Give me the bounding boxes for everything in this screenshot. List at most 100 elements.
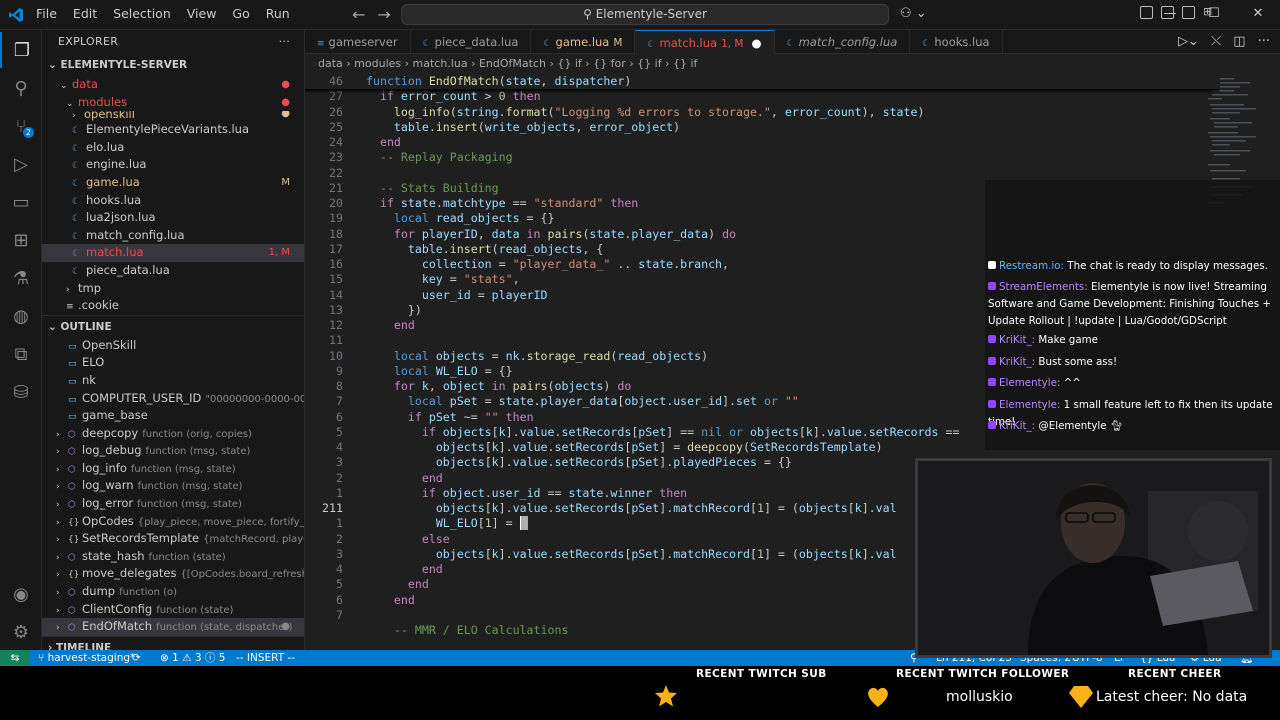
run-icon[interactable]: ▷⌄ bbox=[1178, 34, 1199, 49]
folder-modules[interactable]: ⌄ modules ● bbox=[42, 94, 304, 112]
settings-gear-icon[interactable]: ⚙ bbox=[0, 614, 42, 650]
code-line: if error_count > 0 then bbox=[379, 89, 541, 104]
outline-item[interactable]: ▭ nk bbox=[42, 372, 304, 390]
outline-item[interactable]: ▭ game_base bbox=[42, 407, 304, 425]
file-item[interactable]: ☾ game.lua M bbox=[42, 174, 304, 192]
back-arrow-icon[interactable]: ← bbox=[352, 5, 365, 24]
menu-selection[interactable]: Selection bbox=[105, 0, 179, 30]
remote-explorer-icon[interactable]: ▭ bbox=[0, 184, 42, 220]
more-actions-icon[interactable]: ··· bbox=[279, 30, 290, 54]
problems-indicator[interactable]: ⊗ 1 ⚠ 3 ⓘ 5 bbox=[160, 650, 225, 666]
file-name: ElementylePieceVariants.lua bbox=[86, 122, 250, 137]
file-item[interactable]: ☾ elo.lua bbox=[42, 139, 304, 157]
outline-item[interactable]: ›{}move_delegates{[OpCodes.board_refresh… bbox=[42, 565, 304, 583]
outline-item[interactable]: ›{}SetRecordsTemplate{matchRecord, playe… bbox=[42, 530, 304, 548]
tab-match[interactable]: ☾ match.lua 1, M ● bbox=[635, 30, 775, 54]
outline-item[interactable]: › ⬡ dump function (o) bbox=[42, 583, 304, 601]
heart-icon bbox=[868, 687, 888, 707]
folder-openskill[interactable]: › openskill ● bbox=[42, 111, 304, 121]
restream-icon bbox=[988, 261, 996, 269]
file-name: lua2json.lua bbox=[86, 210, 156, 225]
source-control-icon[interactable]: ⑂ 2 bbox=[0, 108, 42, 144]
outline-item-selected[interactable]: › ⬡ EndOfMatch function (state, dispatcher)… bbox=[42, 618, 304, 636]
menu-go[interactable]: Go bbox=[224, 0, 257, 30]
outline-item[interactable]: ▭COMPUTER_USER_ID"00000000-0000-000... bbox=[42, 390, 304, 408]
outline-item[interactable]: › ⬡ deepcopy function (orig, copies) bbox=[42, 425, 304, 443]
close-icon[interactable]: ✕ bbox=[1236, 0, 1280, 30]
line-number: 5 bbox=[336, 577, 343, 592]
outline-item-name: COMPUTER_USER_ID bbox=[82, 390, 202, 405]
menu-edit[interactable]: Edit bbox=[65, 0, 105, 30]
minimize-icon[interactable]: — bbox=[1148, 0, 1192, 30]
forward-arrow-icon[interactable]: → bbox=[377, 5, 390, 24]
outline-item[interactable]: ▭ OpenSkill bbox=[42, 337, 304, 355]
outline-item[interactable]: ▭ ELO bbox=[42, 354, 304, 372]
code-line: user_id = playerID bbox=[421, 287, 548, 302]
json-icon[interactable]: ◍ bbox=[0, 298, 42, 334]
webcam-feed bbox=[915, 458, 1272, 658]
outline-item[interactable]: › ⬡ ClientConfig function (state) bbox=[42, 601, 304, 619]
tab-piece-data[interactable]: ☾ piece_data.lua bbox=[411, 30, 532, 54]
tab-gameserver[interactable]: ≡ gameserver bbox=[305, 30, 411, 54]
outline-item[interactable]: › ⬡ log_debug function (msg, state) bbox=[42, 442, 304, 460]
line-number: 5 bbox=[336, 424, 343, 439]
outline-item[interactable]: ›{} OpCodes {play_piece, move_piece, forti… bbox=[42, 513, 304, 531]
tab-game[interactable]: ☾ game.lua M bbox=[531, 30, 636, 54]
tab-hooks[interactable]: ☾ hooks.lua bbox=[910, 30, 1003, 54]
branch-indicator[interactable]: ⑂ harvest-staging* bbox=[38, 650, 135, 666]
testing-icon[interactable]: ⚗ bbox=[0, 260, 42, 296]
branch-label: harvest-staging* bbox=[47, 652, 136, 664]
menu-view[interactable]: View bbox=[179, 0, 225, 30]
file-item[interactable]: ☾ match_config.lua bbox=[42, 227, 304, 245]
file-item[interactable]: ☾ ElementylePieceVariants.lua bbox=[42, 121, 304, 139]
code-line: objects[k].value.setRecords[pSet].matchR… bbox=[435, 546, 897, 561]
search-view-icon[interactable]: ⚲ bbox=[0, 70, 42, 106]
outline-item-name: log_info bbox=[82, 460, 127, 475]
outline-item-detail: function (orig, copies) bbox=[142, 428, 252, 440]
database-icon[interactable]: ⛁ bbox=[0, 374, 42, 410]
copilot-icon[interactable]: ⚇ ⌄ bbox=[900, 6, 927, 21]
folder-tmp[interactable]: › tmp bbox=[42, 280, 304, 298]
unsaved-dot-icon[interactable]: ● bbox=[751, 36, 761, 50]
explorer-root[interactable]: ⌄ ELEMENTYLE-SERVER bbox=[42, 54, 304, 76]
outline-header[interactable]: ⌄ OUTLINE bbox=[42, 314, 304, 337]
chat-text: The chat is ready to display messages. bbox=[1067, 260, 1268, 272]
split-editor-icon[interactable]: ◫ bbox=[1233, 34, 1245, 49]
file-item[interactable]: ≡ .cookie bbox=[42, 297, 304, 315]
sticky-scroll-header[interactable]: 46 function EndOfMatch(state, dispatcher… bbox=[305, 74, 1220, 90]
folder-openskill-label: openskill bbox=[84, 111, 135, 122]
more-actions-icon[interactable]: ··· bbox=[1258, 34, 1270, 49]
file-name: engine.lua bbox=[86, 157, 147, 172]
outline-item[interactable]: › ⬡ log_warn function (msg, state) bbox=[42, 477, 304, 495]
menu-file[interactable]: File bbox=[28, 0, 65, 30]
outline-item-detail: function (o) bbox=[119, 587, 178, 599]
outline-item[interactable]: › ⬡ log_info function (msg, state) bbox=[42, 460, 304, 478]
outline-item[interactable]: › ⬡ log_error function (msg, state) bbox=[42, 495, 304, 513]
modified-dot-icon: ● bbox=[281, 621, 290, 633]
remote-indicator-icon[interactable]: ⇆ bbox=[0, 650, 30, 666]
breadcrumb[interactable]: data › modules › match.lua › EndOfMatch … bbox=[305, 54, 1280, 74]
timeline-header-label: TIMELINE bbox=[55, 641, 112, 650]
folder-data[interactable]: ⌄ data ● bbox=[42, 76, 304, 94]
explorer-icon[interactable]: ❐ bbox=[0, 32, 42, 68]
run-debug-icon[interactable]: ▷ bbox=[0, 146, 42, 182]
file-item[interactable]: ☾ piece_data.lua bbox=[42, 262, 304, 280]
project-icon[interactable]: ⧉ bbox=[0, 336, 42, 372]
maximize-icon[interactable]: ☐ bbox=[1192, 0, 1236, 30]
code-line: else bbox=[421, 531, 450, 546]
menu-bar: File Edit Selection View Go Run bbox=[28, 0, 298, 30]
file-item[interactable]: ☾ lua2json.lua bbox=[42, 209, 304, 227]
file-item[interactable]: ☾ engine.lua bbox=[42, 156, 304, 174]
compare-icon[interactable]: ⤬ bbox=[1211, 34, 1221, 49]
menu-run[interactable]: Run bbox=[258, 0, 298, 30]
outline-item[interactable]: › ⬡ state_hash function (state) bbox=[42, 548, 304, 566]
extensions-icon[interactable]: ⊞ bbox=[0, 222, 42, 258]
account-icon[interactable]: ◉ bbox=[0, 576, 42, 612]
explorer-header-label: EXPLORER bbox=[58, 35, 119, 48]
timeline-header[interactable]: › TIMELINE bbox=[42, 635, 304, 650]
file-item-selected[interactable]: ☾ match.lua 1, M bbox=[42, 244, 304, 262]
command-center[interactable]: ⚲ Elementyle-Server bbox=[401, 4, 889, 25]
tab-match-config[interactable]: ☾ match_config.lua bbox=[775, 30, 911, 54]
sync-icon[interactable]: ⟳ bbox=[132, 650, 141, 666]
file-item[interactable]: ☾ hooks.lua bbox=[42, 192, 304, 210]
